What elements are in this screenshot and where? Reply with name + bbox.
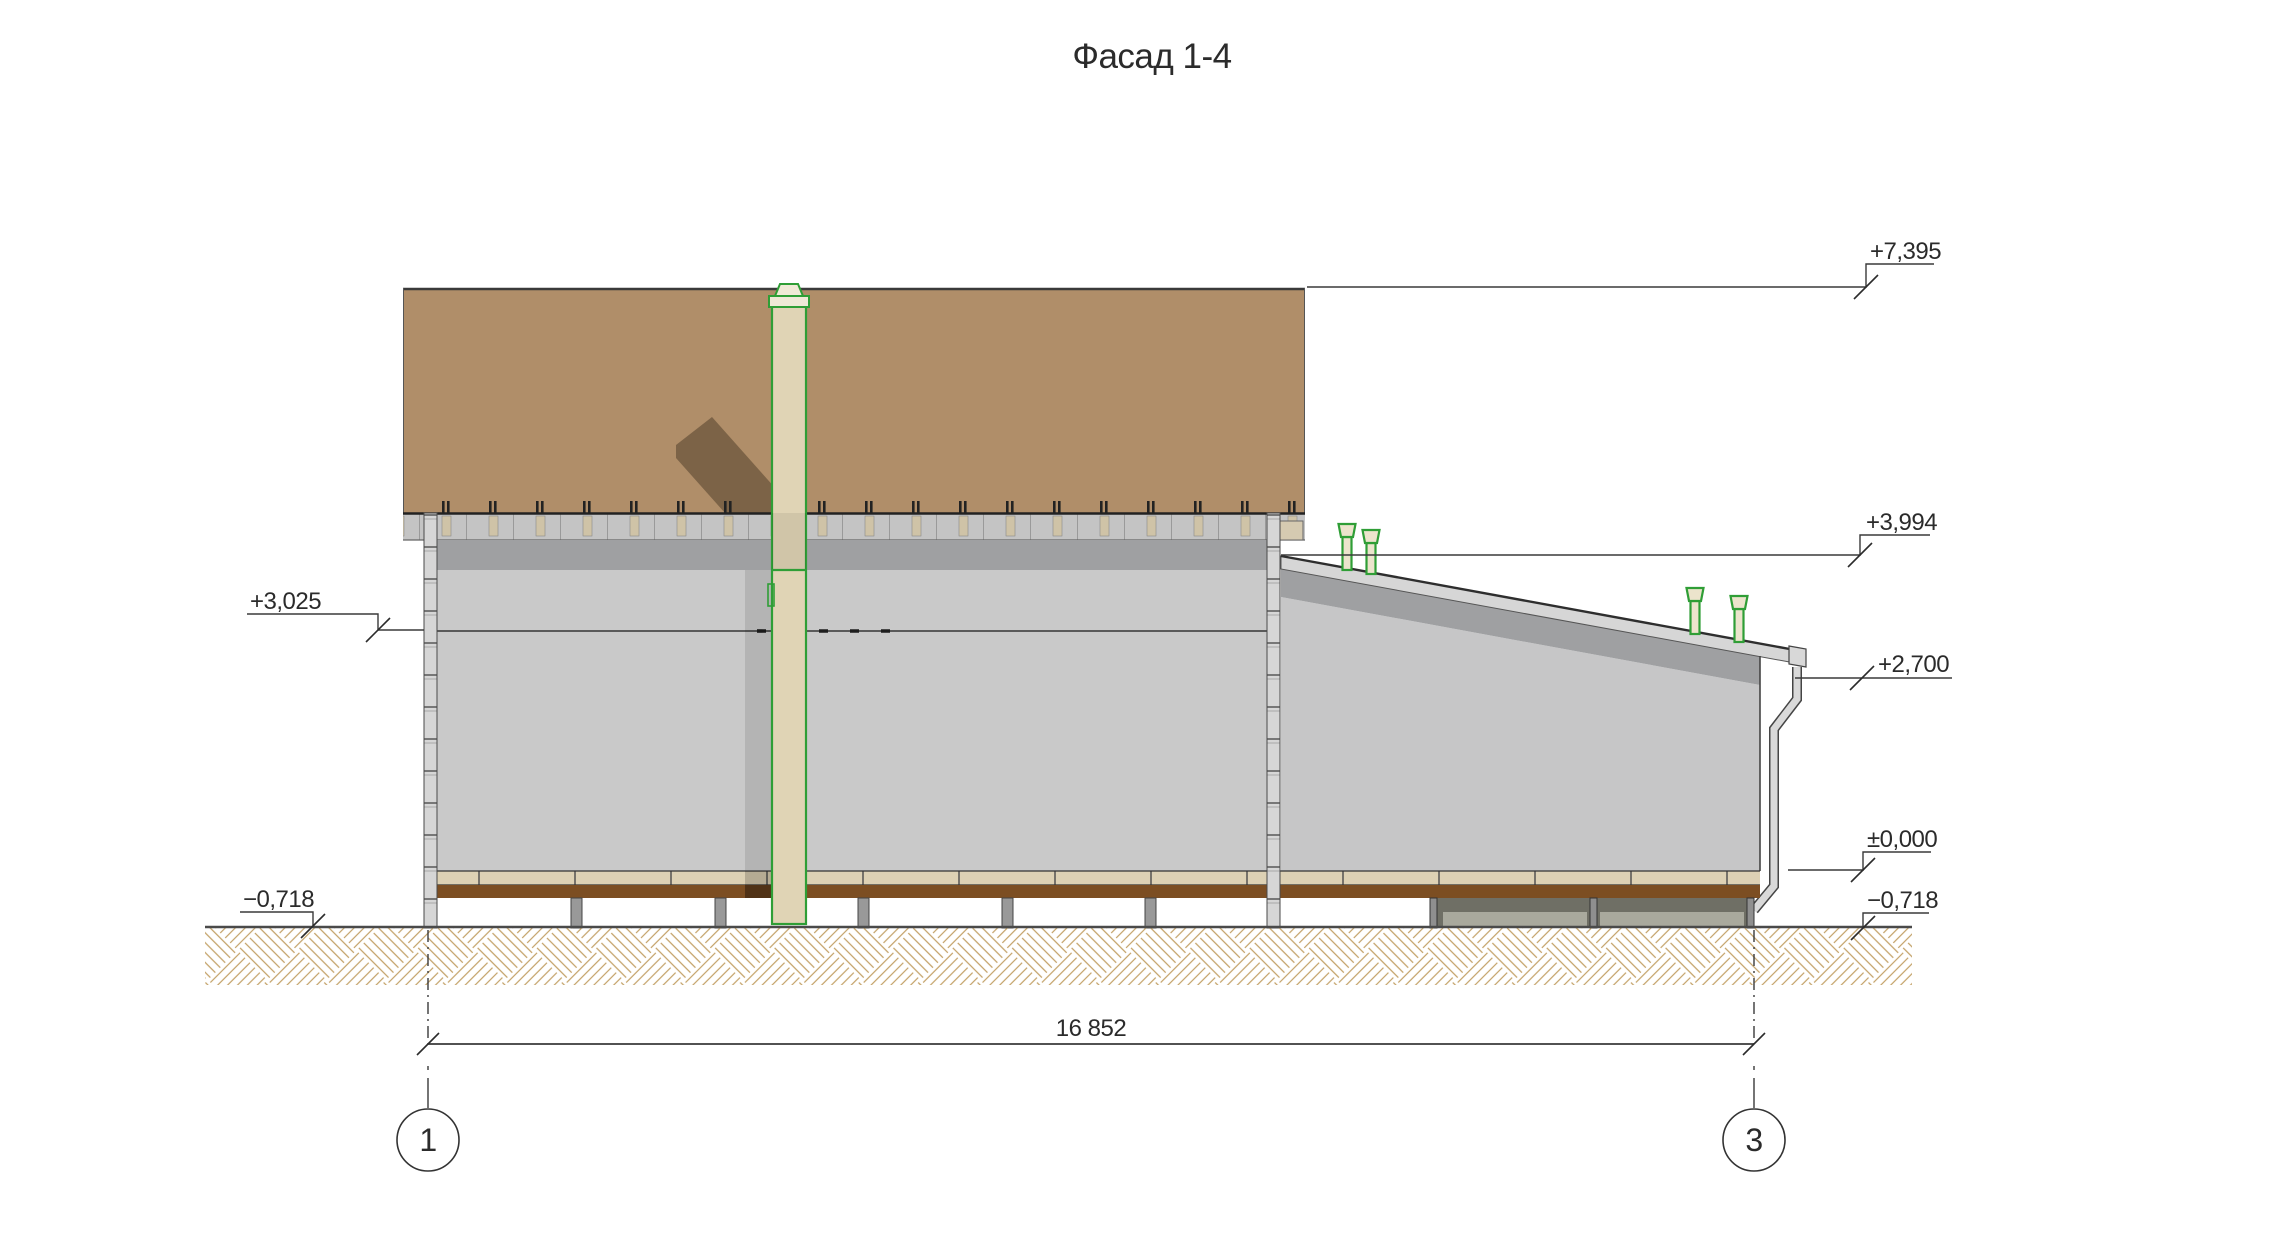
- main-wall: [427, 540, 1280, 871]
- wing-underfloor-panel: [1600, 912, 1744, 928]
- foundation-pile: [571, 898, 582, 928]
- level-marker-roof-top: +7,395: [1307, 238, 1941, 299]
- roof-vent: [1731, 596, 1748, 642]
- level-marker-wing-low: +2,700: [1795, 651, 1952, 690]
- facade-drawing-sheet: +7,395 +3,994 +2,700 ±0,000 −0,718 +3,02: [0, 0, 2290, 1252]
- ground-hatch: [205, 928, 1912, 985]
- level-label: −0,718: [243, 886, 314, 913]
- foundation-pile: [1590, 898, 1597, 928]
- chimney-wall-shadow: [745, 570, 772, 871]
- grid-bubble-1: 1: [397, 1109, 459, 1171]
- wing: [1281, 556, 1806, 910]
- level-label: −0,718: [1867, 887, 1938, 914]
- level-label: +3,994: [1866, 509, 1937, 536]
- level-label: +3,025: [250, 588, 321, 615]
- foundation-pile: [1145, 898, 1156, 928]
- roof-vent: [1339, 524, 1356, 570]
- roof-vent: [1363, 530, 1380, 574]
- chimney-cap: [775, 284, 803, 296]
- building-elevation-drawing: +7,395 +3,994 +2,700 ±0,000 −0,718 +3,02: [0, 0, 2290, 1252]
- eaves-band: [403, 501, 1305, 540]
- chimney: [768, 284, 809, 924]
- level-label: +2,700: [1878, 651, 1949, 678]
- frieze-band: [427, 540, 1280, 570]
- level-label: ±0,000: [1867, 826, 1937, 853]
- floor-deck-band: [427, 871, 1760, 885]
- left-corner-post: [424, 513, 437, 928]
- foundation-pile: [1747, 898, 1754, 928]
- grid-bubble-3: 3: [1723, 1109, 1785, 1171]
- level-marker-wing-high: +3,994: [1281, 509, 1937, 567]
- chimney-collar: [769, 296, 809, 307]
- plinth-band: [427, 885, 1760, 898]
- level-label: +7,395: [1870, 238, 1941, 265]
- ground: [205, 927, 1912, 985]
- foundation-pile: [1430, 898, 1437, 928]
- chimney-body: [772, 302, 806, 924]
- level-markers-left: +3,025 −0,718: [240, 588, 424, 938]
- grid-axis-label: 1: [419, 1122, 436, 1158]
- floor-base: [427, 871, 1760, 928]
- gutter: [1789, 646, 1806, 667]
- main-roof: [403, 288, 1305, 514]
- foundation-pile: [858, 898, 869, 928]
- snow-guards: [430, 501, 1303, 513]
- foundation-pile: [1002, 898, 1013, 928]
- right-corner-post: [1267, 513, 1280, 928]
- grid-axis-label: 3: [1745, 1122, 1762, 1158]
- level-marker-second-floor: +3,025: [247, 588, 424, 642]
- wing-underfloor-panel: [1443, 912, 1587, 928]
- level-marker-floor: ±0,000: [1788, 826, 1937, 882]
- foundation-pile: [715, 898, 726, 928]
- drawing-title: Фасад 1-4: [1072, 37, 1231, 76]
- dimension-label: 16 852: [1056, 1015, 1127, 1042]
- roof-vent: [1687, 588, 1704, 634]
